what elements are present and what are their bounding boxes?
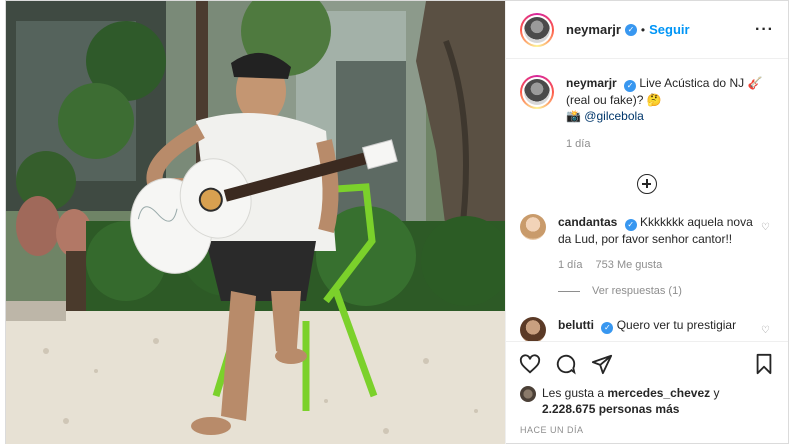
verified-badge-icon: ✓ (624, 219, 637, 231)
post-photo[interactable] (6, 1, 505, 444)
commenter-username[interactable]: candantas (558, 215, 617, 229)
caption-mention-link[interactable]: @gilcebola (584, 109, 644, 123)
like-comment-icon[interactable]: ♡ (761, 325, 770, 336)
photo-illustration (6, 1, 505, 444)
add-comment-icon[interactable] (637, 174, 657, 194)
comment-time[interactable]: 1 día (558, 259, 582, 271)
liker-username[interactable]: mercedes_chevez (607, 386, 710, 400)
caption-time[interactable]: 1 día (566, 136, 774, 152)
action-bar (506, 341, 788, 385)
post-card: neymarjr ✓ • Seguir ··· neymarjr ✓ Live … (5, 0, 789, 444)
follow-button[interactable]: Seguir (649, 22, 689, 37)
author-avatar[interactable] (520, 12, 554, 47)
verified-badge-icon: ✓ (624, 23, 637, 36)
comment-item: belutti ✓ Quero ver tu prestigiar ♡ (520, 317, 774, 341)
verified-badge-icon: ✓ (601, 322, 614, 334)
liker-avatar[interactable] (520, 386, 536, 402)
post-caption: neymarjr ✓ Live Acústica do NJ 🎸 (real o… (520, 75, 774, 152)
commenter-username[interactable]: belutti (558, 318, 594, 332)
author-username[interactable]: neymarjr (566, 22, 621, 37)
likes-summary: Les gusta a mercedes_chevez y 2.228.675 … (506, 385, 788, 417)
post-sidebar: neymarjr ✓ • Seguir ··· neymarjr ✓ Live … (505, 1, 788, 444)
like-comment-icon[interactable]: ♡ (761, 222, 770, 233)
comment-meta: 1 día 753 Me gusta (558, 259, 774, 271)
caption-text-line-1: Live Acústica do NJ 🎸 (639, 76, 763, 90)
likes-count[interactable]: 2.228.675 personas más (542, 402, 679, 416)
caption-avatar[interactable] (520, 75, 554, 109)
likes-middle: y (710, 386, 720, 400)
likes-prefix: Les gusta a (542, 386, 608, 400)
caption-text-line-2: (real ou fake)? 🤔 (566, 93, 662, 107)
comment-text: Quero ver tu prestigiar (616, 318, 737, 332)
replies-divider (558, 290, 580, 292)
commenter-avatar[interactable] (520, 214, 546, 240)
commenter-avatar[interactable] (520, 317, 546, 341)
comment-likes[interactable]: 753 Me gusta (596, 259, 663, 271)
view-replies-button[interactable]: Ver respuestas (1) (558, 285, 774, 297)
post-header: neymarjr ✓ • Seguir ··· (506, 1, 788, 59)
view-replies-label: Ver respuestas (1) (592, 285, 682, 297)
share-icon[interactable] (590, 352, 614, 376)
verified-badge-icon: ✓ (624, 80, 637, 92)
more-options-icon[interactable]: ··· (755, 21, 774, 39)
separator-dot: • (640, 22, 646, 37)
bookmark-icon[interactable] (752, 352, 776, 376)
caption-username[interactable]: neymarjr (566, 76, 617, 90)
comment-item: candantas ✓ Kkkkkkk aquela nova da Lud, … (520, 214, 774, 247)
comment-icon[interactable] (554, 352, 578, 376)
heart-icon[interactable] (518, 352, 542, 376)
comments-section[interactable]: neymarjr ✓ Live Acústica do NJ 🎸 (real o… (506, 59, 788, 341)
camera-emoji: 📸 (566, 109, 581, 123)
post-timestamp[interactable]: Hace un día (506, 417, 788, 444)
